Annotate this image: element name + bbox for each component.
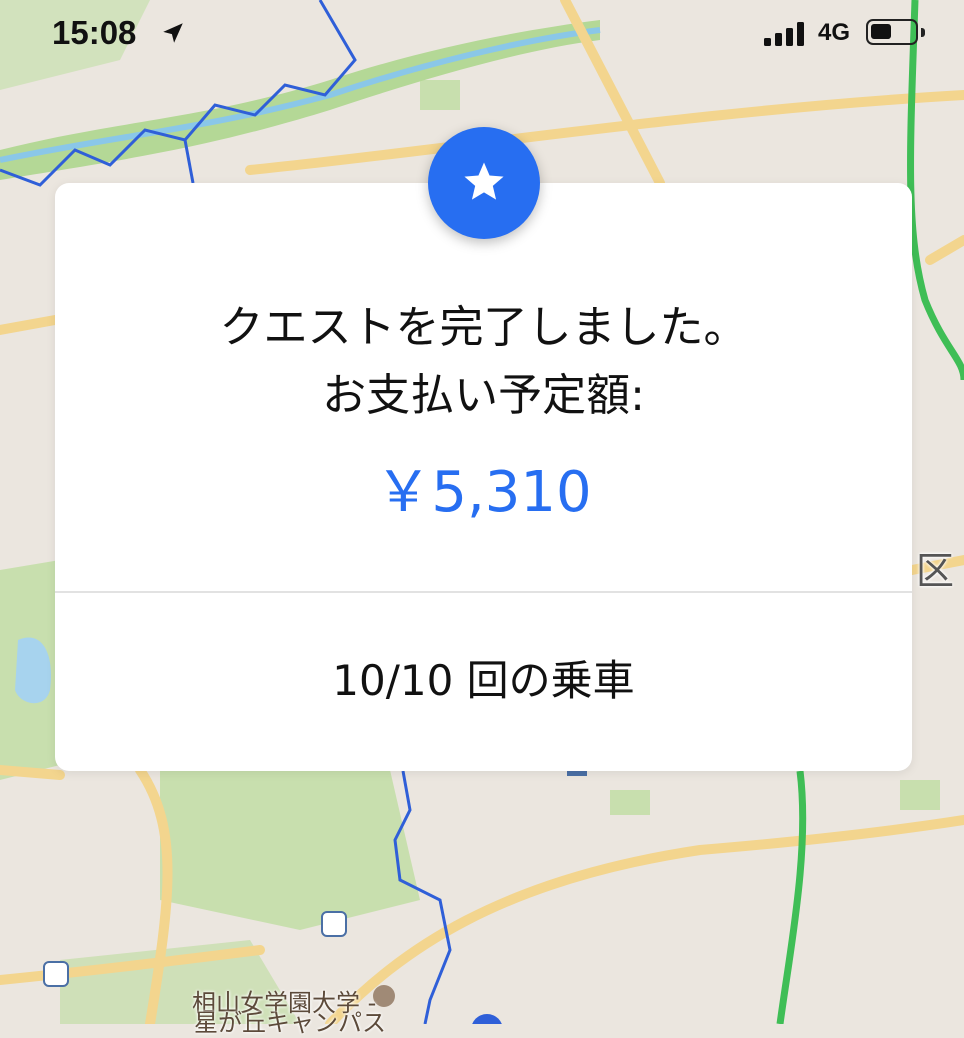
cellular-signal-icon	[764, 22, 804, 46]
quest-complete-title: クエストを完了しました。	[219, 302, 748, 353]
payment-label: お支払い予定額:	[322, 370, 645, 421]
star-icon	[464, 162, 504, 200]
quest-complete-card: クエストを完了しました。 お支払い予定額: ￥5,310 10/10 回の乗車	[55, 183, 912, 771]
payment-amount: ￥5,310	[375, 460, 592, 525]
ride-count: 10/10 回の乗車	[332, 656, 635, 705]
network-type: 4G	[818, 19, 851, 46]
status-time: 15:08	[52, 14, 137, 51]
status-bar: 15:08 4G	[0, 0, 964, 70]
location-arrow-icon	[163, 23, 183, 43]
battery-tip	[921, 28, 925, 37]
battery-icon	[866, 19, 918, 45]
card-divider	[55, 591, 912, 593]
map-label-ward: 区	[916, 549, 955, 593]
quest-badge	[428, 127, 540, 239]
map-label-university-line2: 星が丘キャンパス	[194, 1009, 386, 1037]
